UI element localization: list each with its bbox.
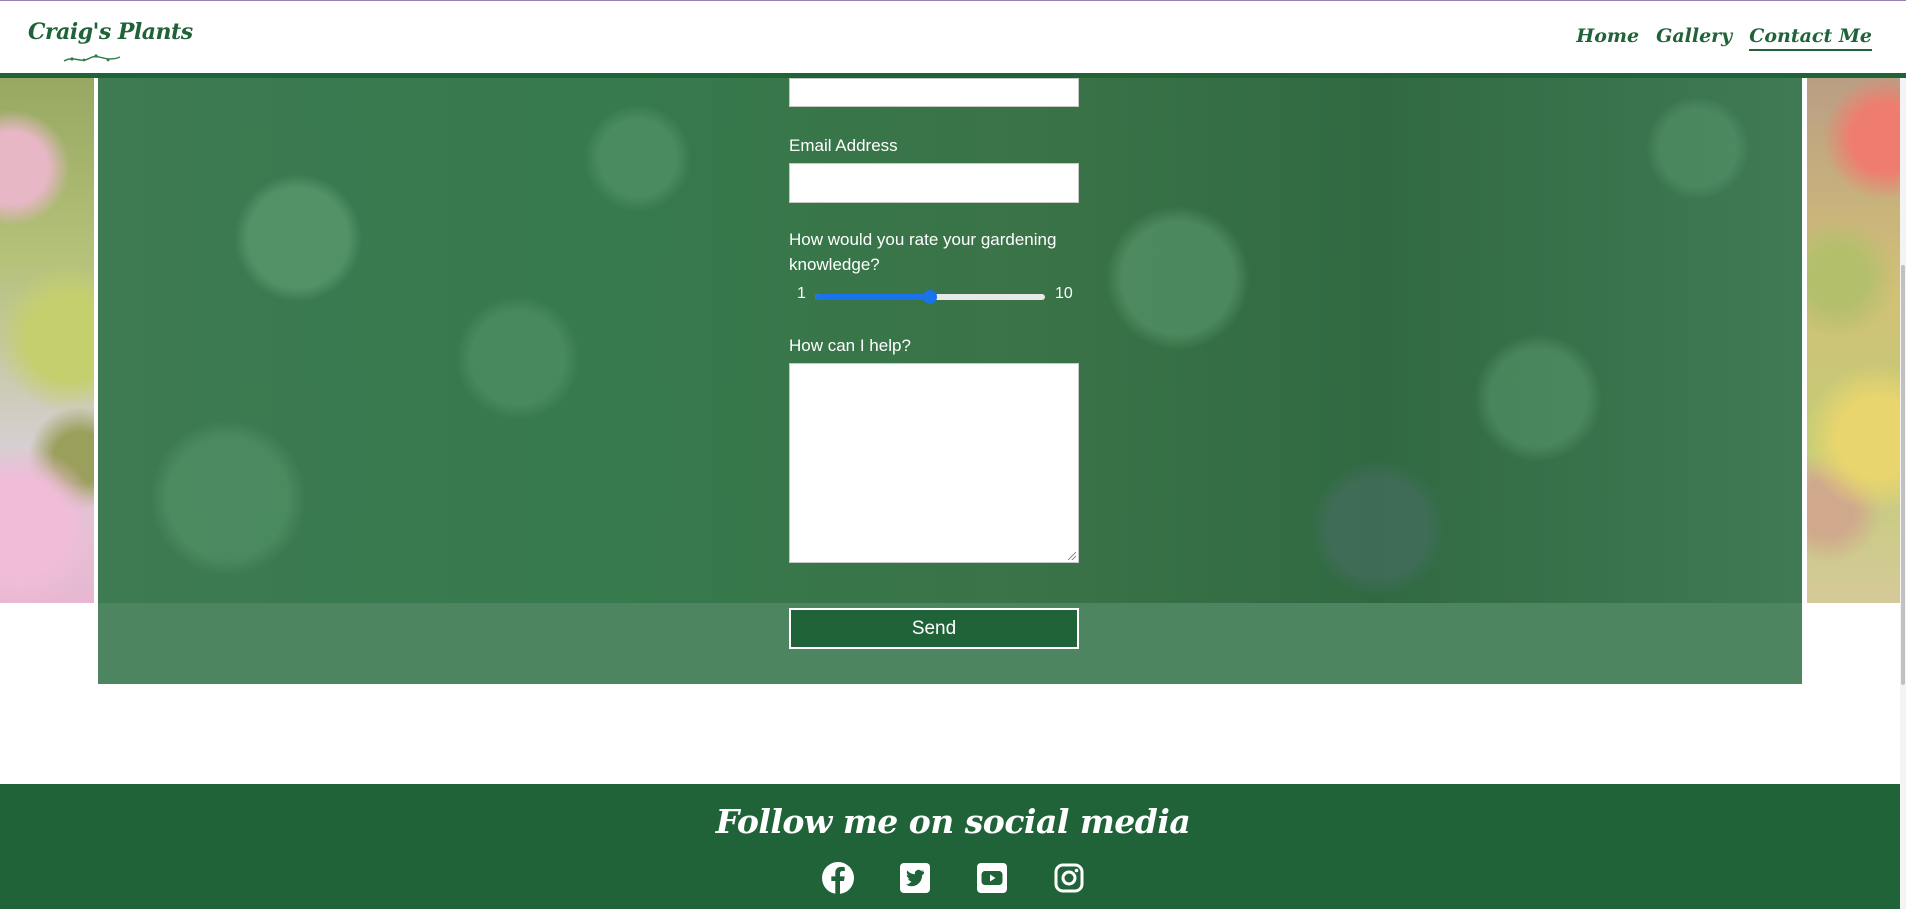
help-textarea[interactable]: [789, 363, 1079, 563]
rating-slider-fill: [815, 294, 930, 300]
youtube-link[interactable]: [974, 860, 1010, 896]
footer-title: Follow me on social media: [715, 802, 1191, 841]
brand-name: Craig's Plants: [28, 19, 193, 45]
leaf-flourish-icon: [63, 54, 121, 62]
help-label: How can I help?: [789, 336, 911, 355]
nav-link-contact-me[interactable]: Contact Me: [1749, 25, 1872, 51]
rating-min-label: 1: [797, 285, 806, 302]
rating-label: How would you rate your gardening knowle…: [789, 230, 1057, 274]
name-input[interactable]: [789, 78, 1079, 107]
facebook-icon: [821, 862, 854, 894]
resize-grip-icon[interactable]: [1068, 552, 1076, 560]
twitter-icon: [899, 863, 930, 893]
youtube-icon: [976, 863, 1007, 893]
send-button[interactable]: Send: [789, 608, 1079, 649]
rating-slider-row: 1 10: [789, 285, 1079, 307]
main-nav: Home Gallery Contact Me: [1576, 25, 1872, 51]
email-input[interactable]: [789, 163, 1079, 203]
email-label: Email Address: [789, 136, 898, 155]
top-navigation: Craig's Plants Home Gallery Contact Me: [0, 0, 1906, 78]
rating-slider[interactable]: [815, 290, 1045, 304]
page-scrollbar[interactable]: [1900, 0, 1906, 909]
nav-link-gallery[interactable]: Gallery: [1656, 25, 1732, 51]
scrollbar-thumb[interactable]: [1901, 265, 1905, 685]
instagram-icon: [1054, 863, 1083, 893]
footer: Follow me on social media: [0, 784, 1906, 909]
rating-max-label: 10: [1055, 285, 1073, 302]
flower-background-left: [0, 78, 94, 603]
nav-link-home[interactable]: Home: [1576, 25, 1639, 51]
flower-background-right: [1807, 78, 1906, 603]
twitter-link[interactable]: [897, 860, 933, 896]
rating-slider-thumb[interactable]: [923, 290, 937, 304]
facebook-link[interactable]: [820, 860, 856, 896]
social-links: [0, 860, 1906, 896]
brand-logo[interactable]: Craig's Plants: [28, 19, 193, 62]
instagram-link[interactable]: [1051, 860, 1087, 896]
